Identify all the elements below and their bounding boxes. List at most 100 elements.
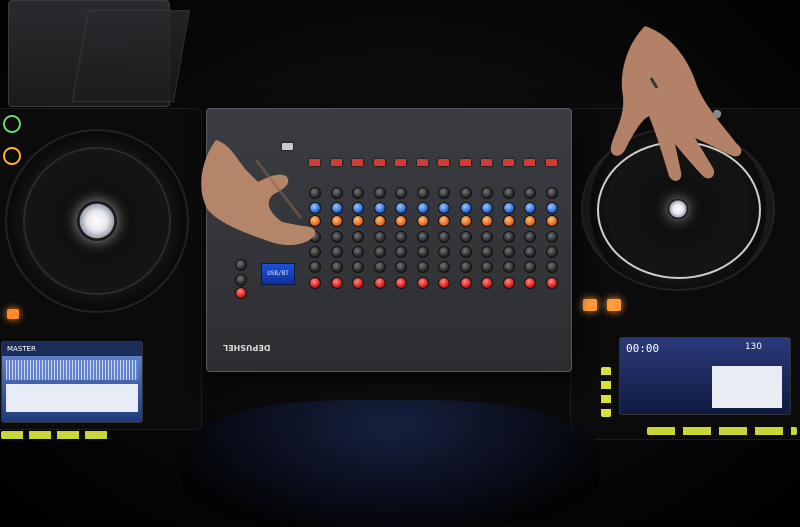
channel-knob-aux[interactable] (524, 187, 536, 199)
channel-fader[interactable] (395, 159, 406, 166)
channel-knob-orange[interactable] (373, 215, 386, 227)
channel-knob-gain[interactable] (502, 277, 515, 289)
channel-fader[interactable] (502, 159, 514, 166)
channel-knob-eq-high[interactable] (373, 231, 386, 243)
channel-knob-orange[interactable] (416, 215, 429, 227)
channel-knob-orange[interactable] (502, 215, 515, 227)
channel-knob-aux[interactable] (545, 187, 558, 199)
channel-knob-gain[interactable] (481, 277, 493, 289)
channel-knob-eq-low[interactable] (438, 261, 450, 273)
channel-knob-eq-mid[interactable] (395, 246, 407, 258)
channel-fader[interactable] (416, 159, 428, 166)
channel-knob-blue[interactable] (524, 202, 536, 214)
channel-knob-blue[interactable] (545, 202, 558, 214)
fx-knob[interactable] (235, 274, 247, 286)
channel-knob-eq-low[interactable] (545, 261, 558, 273)
channel-knob-eq-mid[interactable] (330, 246, 343, 258)
channel-knob-gain[interactable] (416, 277, 429, 289)
channel-knob-eq-high[interactable] (481, 231, 493, 243)
channel-knob-eq-low[interactable] (502, 261, 515, 273)
channel-knob-eq-high[interactable] (502, 231, 515, 243)
channel-knob-eq-mid[interactable] (502, 246, 515, 258)
dj-setup-photo: MASTER 00:00 130 USB/BT DEPUSHEL (0, 0, 800, 527)
channel-knob-eq-low[interactable] (309, 261, 321, 273)
channel-knob-aux[interactable] (330, 187, 343, 199)
channel-knob-eq-mid[interactable] (524, 246, 536, 258)
channel-knob-eq-low[interactable] (459, 261, 472, 273)
channel-knob-eq-mid[interactable] (438, 246, 450, 258)
channel-knob-eq-high[interactable] (352, 231, 364, 243)
channel-knob-gain[interactable] (438, 277, 450, 289)
channel-knob-orange[interactable] (395, 215, 407, 227)
channel-knob-blue[interactable] (459, 202, 472, 214)
left-screen-panel (6, 384, 138, 412)
channel-knob-blue[interactable] (438, 202, 450, 214)
channel-knob-aux[interactable] (352, 187, 364, 199)
channel-knob-orange[interactable] (545, 215, 558, 227)
left-deck-led-3 (7, 309, 19, 319)
channel-knob-eq-mid[interactable] (416, 246, 429, 258)
cable-bundle (180, 400, 600, 527)
fx-knob[interactable] (235, 259, 247, 271)
channel-knob-eq-high[interactable] (395, 231, 407, 243)
channel-knob-eq-mid[interactable] (352, 246, 364, 258)
channel-knob-blue[interactable] (416, 202, 429, 214)
channel-fader[interactable] (330, 159, 342, 166)
channel-knob-aux[interactable] (502, 187, 515, 199)
channel-fader[interactable] (373, 159, 385, 166)
channel-knob-gain[interactable] (309, 277, 321, 289)
channel-knob-aux[interactable] (438, 187, 450, 199)
channel-knob-eq-mid[interactable] (481, 246, 493, 258)
channel-fader[interactable] (524, 159, 535, 166)
channel-knob-orange[interactable] (459, 215, 472, 227)
channel-knob-orange[interactable] (481, 215, 493, 227)
channel-knob-gain[interactable] (373, 277, 386, 289)
channel-knob-eq-high[interactable] (330, 231, 343, 243)
fx-knob-red[interactable] (235, 287, 247, 299)
channel-knob-aux[interactable] (459, 187, 472, 199)
channel-knob-eq-high[interactable] (438, 231, 450, 243)
channel-knob-eq-high[interactable] (545, 231, 558, 243)
channel-knob-eq-low[interactable] (330, 261, 343, 273)
channel-knob-eq-low[interactable] (416, 261, 429, 273)
channel-knob-eq-high[interactable] (459, 231, 472, 243)
channel-knob-eq-high[interactable] (416, 231, 429, 243)
channel-fader[interactable] (481, 159, 492, 166)
channel-knob-blue[interactable] (481, 202, 493, 214)
right-deck-led-1 (583, 299, 597, 311)
channel-knob-aux[interactable] (416, 187, 429, 199)
channel-knob-gain[interactable] (459, 277, 472, 289)
channel-fader[interactable] (352, 159, 363, 166)
channel-knob-eq-low[interactable] (481, 261, 493, 273)
channel-knob-eq-mid[interactable] (373, 246, 386, 258)
channel-knob-eq-high[interactable] (524, 231, 536, 243)
channel-knob-aux[interactable] (481, 187, 493, 199)
channel-knob-gain[interactable] (352, 277, 364, 289)
channel-knob-blue[interactable] (330, 202, 343, 214)
channel-knob-aux[interactable] (373, 187, 386, 199)
channel-fader[interactable] (438, 159, 449, 166)
channel-knob-blue[interactable] (373, 202, 386, 214)
channel-fader[interactable] (545, 159, 557, 166)
right-screen-bpm: 130 (744, 342, 762, 352)
channel-knob-orange[interactable] (330, 215, 343, 227)
channel-knob-gain[interactable] (545, 277, 558, 289)
left-dj-deck: MASTER (0, 108, 202, 439)
channel-knob-eq-low[interactable] (352, 261, 364, 273)
channel-knob-blue[interactable] (395, 202, 407, 214)
channel-knob-aux[interactable] (395, 187, 407, 199)
channel-knob-eq-mid[interactable] (459, 246, 472, 258)
channel-knob-blue[interactable] (352, 202, 364, 214)
channel-knob-gain[interactable] (330, 277, 343, 289)
channel-knob-gain[interactable] (395, 277, 407, 289)
channel-knob-eq-low[interactable] (395, 261, 407, 273)
channel-knob-orange[interactable] (524, 215, 536, 227)
channel-knob-eq-mid[interactable] (545, 246, 558, 258)
channel-knob-gain[interactable] (524, 277, 536, 289)
channel-knob-orange[interactable] (352, 215, 364, 227)
channel-knob-eq-low[interactable] (524, 261, 536, 273)
channel-knob-orange[interactable] (438, 215, 450, 227)
channel-knob-blue[interactable] (502, 202, 515, 214)
channel-fader[interactable] (459, 159, 471, 166)
channel-knob-eq-low[interactable] (373, 261, 386, 273)
